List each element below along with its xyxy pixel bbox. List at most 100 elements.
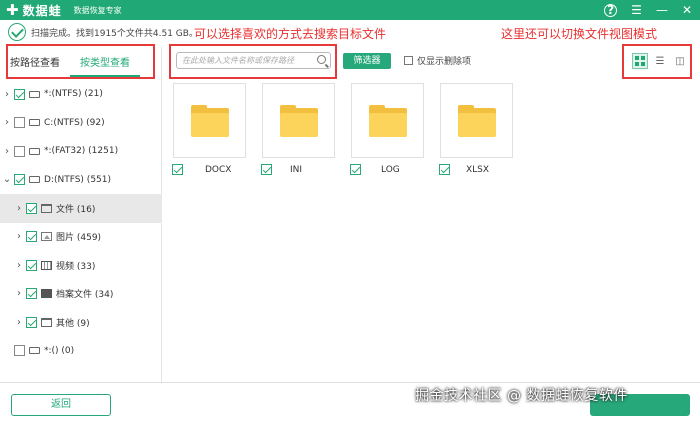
filter-button[interactable]: 筛选器 — [343, 53, 391, 69]
file-name: INI — [290, 164, 303, 175]
file-tree: › *:(NTFS) (21) › C:(NTFS) (92) › *:(FAT… — [0, 80, 162, 365]
tab-by-type[interactable]: 按类型查看 — [70, 51, 140, 77]
show-deleted-label: 仅显示删除项 — [417, 57, 472, 67]
file-checkbox[interactable] — [439, 164, 450, 175]
file-card[interactable] — [440, 83, 513, 158]
window-controls: ? ☰ — ✕ — [604, 0, 692, 20]
watermark: 掘金技术社区 @ 数据蛙恢复软件 — [415, 388, 628, 404]
file-checkbox[interactable] — [350, 164, 361, 175]
help-icon[interactable]: ? — [604, 3, 618, 17]
tree-node-label: 文件 (16) — [56, 204, 96, 215]
file-name: LOG — [381, 164, 400, 175]
tree-node-label: 图片 (459) — [56, 233, 102, 244]
app-name: 数据蛙 — [22, 3, 62, 18]
close-icon[interactable]: ✕ — [682, 0, 692, 20]
drive-icon — [29, 119, 40, 127]
tree-node-drive[interactable]: › *:(FAT32) (1251) — [0, 137, 162, 166]
file-name: XLSX — [466, 164, 490, 175]
view-switcher: ☰ ◫ — [632, 53, 688, 69]
scan-complete-icon — [8, 23, 26, 41]
chevron-right-icon[interactable]: › — [2, 117, 12, 128]
chevron-right-icon[interactable]: › — [2, 89, 12, 100]
logo-cross-icon: ✚ — [6, 1, 19, 19]
archive-icon — [41, 289, 52, 299]
tree-checkbox[interactable] — [26, 259, 37, 271]
tree-node-label: 其他 (9) — [56, 318, 90, 329]
chevron-right-icon[interactable]: › — [14, 260, 24, 271]
tree-node-label: 档案文件 (34) — [56, 290, 114, 301]
tree-node-label: D:(NTFS) (551) — [44, 174, 112, 185]
search-icon[interactable] — [317, 55, 326, 64]
tree-node-drive[interactable]: › C:(NTFS) (92) — [0, 109, 162, 138]
file-card[interactable] — [351, 83, 424, 158]
file-checkbox[interactable] — [172, 164, 183, 175]
tree-node-label: *:(FAT32) (1251) — [44, 146, 119, 157]
folder-icon — [41, 317, 52, 327]
scan-status: 扫描完成。找到1915个文件共4.51 GB。 — [8, 22, 198, 42]
tree-checkbox[interactable] — [26, 316, 37, 328]
folder-icon — [41, 203, 52, 213]
chevron-right-icon[interactable]: › — [14, 317, 24, 328]
tree-checkbox[interactable] — [14, 145, 25, 157]
app-subtitle: 数据恢复专家 — [73, 5, 122, 15]
tree-checkbox[interactable] — [26, 202, 37, 214]
app-logo: ✚ 数据蛙 — [6, 2, 62, 19]
show-deleted-checkbox[interactable] — [404, 56, 413, 65]
tree-node-drive[interactable]: *:() (0) — [0, 337, 162, 366]
tree-node-label: 视频 (33) — [56, 261, 96, 272]
app-window: ✚ 数据蛙 数据恢复专家 ? ☰ — ✕ 扫描完成。找到1915个文件共4.51… — [0, 0, 700, 423]
tree-node-label: *:() (0) — [44, 345, 75, 356]
chevron-right-icon[interactable]: › — [2, 146, 12, 157]
folder-icon — [457, 104, 496, 137]
tree-node-category[interactable]: › 其他 (9) — [0, 308, 162, 337]
list-view-icon[interactable]: ☰ — [652, 53, 668, 69]
file-item-label: LOG — [350, 164, 400, 175]
folder-icon — [279, 104, 318, 137]
tree-node-category[interactable]: › 档案文件 (34) — [0, 280, 162, 309]
tree-checkbox[interactable] — [26, 288, 37, 300]
chevron-down-icon[interactable]: ⌄ — [2, 174, 12, 185]
file-item-label: XLSX — [439, 164, 489, 175]
title-bar: ✚ 数据蛙 数据恢复专家 ? ☰ — ✕ — [0, 0, 700, 20]
view-mode-tabs: 按路径查看 按类型查看 — [0, 47, 162, 77]
tab-by-path[interactable]: 按路径查看 — [0, 51, 70, 77]
grid-view-icon[interactable] — [632, 53, 648, 69]
chevron-right-icon[interactable]: › — [14, 288, 24, 299]
file-item-label: DOCX — [172, 164, 231, 175]
tree-checkbox[interactable] — [14, 174, 25, 186]
search-input[interactable] — [182, 56, 312, 65]
chevron-right-icon[interactable]: › — [14, 203, 24, 214]
file-name: DOCX — [205, 164, 232, 175]
tree-node-category[interactable]: › 视频 (33) — [0, 251, 162, 280]
tree-node-label: *:(NTFS) (21) — [44, 89, 103, 100]
show-deleted-toggle[interactable]: 仅显示删除项 — [404, 54, 471, 67]
annotation-search-hint: 可以选择喜欢的方式去搜索目标文件 — [194, 27, 387, 41]
file-card[interactable] — [262, 83, 335, 158]
minimize-icon[interactable]: — — [656, 0, 668, 20]
menu-icon[interactable]: ☰ — [631, 0, 642, 20]
annotation-view-hint: 这里还可以切换文件视图模式 — [501, 27, 658, 41]
tree-checkbox[interactable] — [14, 117, 25, 129]
back-button[interactable]: 返回 — [11, 394, 111, 416]
file-card[interactable] — [173, 83, 246, 158]
tree-node-category[interactable]: › 图片 (459) — [0, 223, 162, 252]
scan-status-text: 扫描完成。找到1915个文件共4.51 GB。 — [31, 28, 198, 39]
file-item-label: INI — [261, 164, 302, 175]
chevron-right-icon[interactable]: › — [14, 231, 24, 242]
search-box[interactable] — [176, 52, 331, 69]
tree-checkbox[interactable] — [26, 231, 37, 243]
folder-icon — [368, 104, 407, 137]
tree-node-drive[interactable]: › *:(NTFS) (21) — [0, 80, 162, 109]
tree-checkbox[interactable] — [14, 345, 25, 357]
folder-icon — [190, 104, 229, 137]
tree-node-category[interactable]: › 文件 (16) — [0, 194, 162, 223]
drive-icon — [29, 176, 40, 184]
tree-checkbox[interactable] — [14, 88, 25, 100]
tree-node-drive[interactable]: ⌄ D:(NTFS) (551) — [0, 166, 162, 195]
file-checkbox[interactable] — [261, 164, 272, 175]
left-panel: 按路径查看 按类型查看 › *:(NTFS) (21) › C:(NTFS) (… — [0, 47, 162, 382]
tree-node-label: C:(NTFS) (92) — [44, 117, 105, 128]
drive-icon — [29, 147, 40, 155]
image-icon — [41, 232, 52, 242]
detail-view-icon[interactable]: ◫ — [672, 53, 688, 69]
